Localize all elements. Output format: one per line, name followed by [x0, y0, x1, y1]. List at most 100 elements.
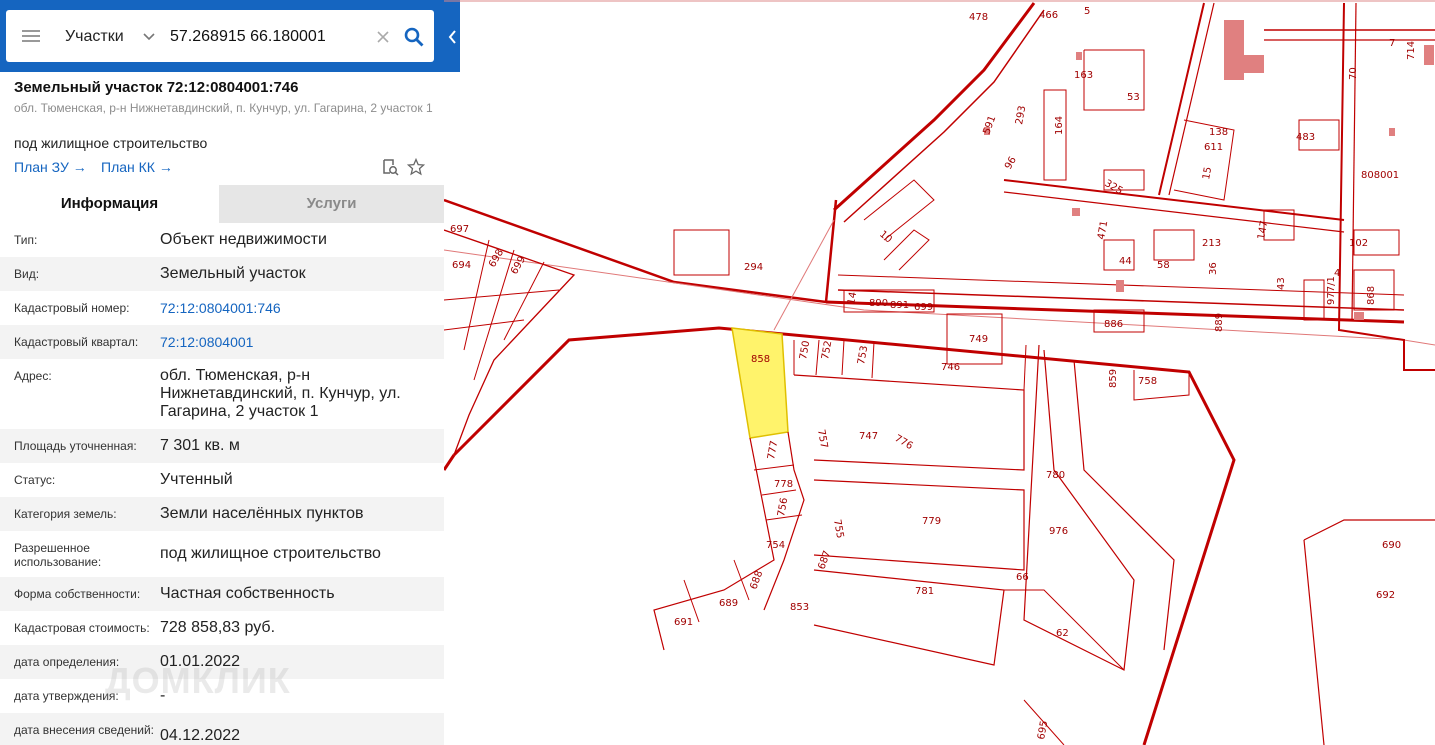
info-row-value: 04.12.2022: [160, 727, 241, 744]
parcel-number-label: 164: [1054, 116, 1065, 135]
info-row-label: Кадастровый номер:: [14, 301, 130, 315]
parcel-number-label: 690: [1382, 540, 1401, 551]
plan-kk-label: План КК: [101, 159, 155, 175]
parcel-number-label: 53: [1127, 92, 1140, 103]
parcel-number-label: 70: [1348, 67, 1359, 80]
parcel-number-label: 294: [744, 262, 763, 273]
parcel-number-label: 755: [831, 519, 845, 540]
parcel-number-label: 778: [774, 479, 793, 490]
parcel-number-label: 780: [1046, 470, 1065, 481]
parcel-number-label: 10: [877, 229, 894, 246]
parcel-number-label: 757: [815, 429, 829, 450]
info-row: Вид: Земельный участок: [0, 257, 444, 291]
search-box: Участки 57.268915 66.180001: [6, 10, 434, 62]
info-panel: Земельный участок 72:12:0804001:746 обл.…: [0, 0, 444, 745]
info-row-label: Вид:: [14, 267, 40, 281]
info-row-label: Форма собственности:: [14, 587, 141, 601]
parcel-number-label: 697: [450, 224, 469, 235]
info-row-label: Кадастровая стоимость:: [14, 621, 150, 635]
parcel-number-label: 147: [1256, 220, 1270, 241]
parcel-number-label: 15: [1201, 166, 1214, 180]
parcel-number-label: 886: [1104, 319, 1123, 330]
watermark-logo: ДОМКЛИК: [105, 660, 291, 701]
parcel-number-label: 692: [1376, 590, 1395, 601]
info-row-value: 728 858,83 руб.: [160, 619, 276, 636]
parcel-number-label: 36: [1208, 262, 1219, 275]
parcel-number-label: 889: [1214, 313, 1225, 332]
parcel-number-label: 859: [1108, 369, 1119, 388]
parcel-number-label: 746: [941, 362, 960, 373]
parcel-number-label: 293: [1014, 105, 1028, 126]
info-row-value: Частная собственность: [160, 585, 335, 602]
arrow-right-icon: →: [72, 159, 87, 175]
parcel-number-label: 890: [869, 298, 888, 309]
info-row-label: дата внесения сведений:: [14, 723, 154, 737]
parcel-number-label: 758: [1138, 376, 1157, 387]
tab-information[interactable]: Информация: [0, 185, 219, 223]
search-header: Участки 57.268915 66.180001: [0, 0, 460, 72]
parcel-number-label: 687: [816, 549, 833, 571]
info-row-value: Земли населённых пунктов: [160, 505, 364, 522]
parcel-number-label: 14: [846, 291, 859, 305]
info-row-value: Учтенный: [160, 471, 233, 488]
parcel-number-label: 753: [856, 345, 870, 366]
info-row-label: Адрес:: [14, 369, 52, 383]
plan-kk-link[interactable]: План КК →: [101, 159, 173, 175]
info-row-link[interactable]: 72:12:0804001:746: [160, 299, 430, 317]
search-icon[interactable]: [404, 27, 424, 47]
parcel-number-label: 891: [890, 300, 909, 311]
parcel-number-label: 777: [766, 440, 780, 461]
search-type-select[interactable]: Участки: [65, 28, 124, 46]
parcel-number-label: 695: [1036, 720, 1050, 741]
menu-icon[interactable]: [22, 28, 40, 44]
cadastral-map[interactable]: 466478571635370714591 293 164 1386114831532…: [444, 0, 1435, 745]
parcel-number-label: 699: [914, 302, 933, 313]
arrow-right-icon: →: [158, 159, 173, 175]
info-row-value: под жилищное строительство: [160, 545, 381, 562]
parcel-number-label: 808001: [1361, 170, 1399, 181]
parcel-number-label: 749: [969, 334, 988, 345]
parcel-number-label: 781: [915, 586, 934, 597]
info-row: Разрешенное использование: под жилищное с…: [0, 531, 444, 577]
parcel-number-label: 853: [790, 602, 809, 613]
parcel-number-label: 62: [1056, 628, 1069, 639]
parcel-number-label: 779: [922, 516, 941, 527]
info-row-link[interactable]: 72:12:0804001: [160, 333, 430, 351]
parcel-number-label: 66: [1016, 572, 1029, 583]
search-input[interactable]: 57.268915 66.180001: [170, 28, 326, 46]
parcel-number-label: 976: [1049, 526, 1068, 537]
parcel-number-label: 138: [1209, 127, 1228, 138]
info-row: Кадастровый квартал: 72:12:0804001: [0, 325, 444, 359]
info-row: Кадастровый номер: 72:12:0804001:746: [0, 291, 444, 325]
parcel-address-subtitle: обл. Тюменская, р-н Нижнетавдинский, п. …: [14, 101, 433, 115]
parcel-number-label: 611: [1204, 142, 1223, 153]
parcel-number-label: 858: [751, 354, 770, 365]
info-row: Тип: Объект недвижимости: [0, 223, 444, 257]
info-row: Категория земель: Земли населённых пункто…: [0, 497, 444, 531]
parcel-number-label: 44: [1119, 256, 1132, 267]
plan-zu-link[interactable]: План ЗУ →: [14, 159, 87, 175]
info-row-label: Тип:: [14, 233, 38, 247]
info-tabs: Информация Услуги: [0, 185, 444, 223]
parcel-title: Земельный участок 72:12:0804001:746: [14, 79, 299, 96]
info-row: Форма собственности: Частная собственност…: [0, 577, 444, 611]
parcel-number-label: 694: [452, 260, 471, 271]
info-row-label: Разрешенное использование:: [14, 541, 102, 569]
parcel-number-label: 591: [981, 114, 998, 136]
parcel-number-label: 868: [1366, 286, 1377, 305]
parcel-number-label: 213: [1202, 238, 1221, 249]
parcel-number-label: 977/1: [1326, 276, 1337, 305]
parcel-number-label: 96: [1003, 155, 1019, 172]
parcel-number-label: 714: [1406, 41, 1417, 60]
favorite-star-icon[interactable]: [407, 158, 425, 176]
chevron-down-icon[interactable]: [142, 31, 156, 43]
parcel-purpose: под жилищное строительство: [14, 135, 208, 151]
close-icon[interactable]: [376, 30, 390, 44]
info-row: Площадь уточненная: 7 301 кв. м: [0, 429, 444, 463]
tab-services[interactable]: Услуги: [219, 185, 444, 223]
parcel-number-label: 483: [1296, 132, 1315, 143]
document-search-icon[interactable]: [381, 158, 399, 176]
info-row-value: обл. Тюменская, р-н Нижнетавдинский, п. …: [160, 367, 401, 420]
info-row: дата внесения сведений: 04.12.2022: [0, 713, 444, 745]
parcel-number-label: 466: [1039, 10, 1058, 21]
